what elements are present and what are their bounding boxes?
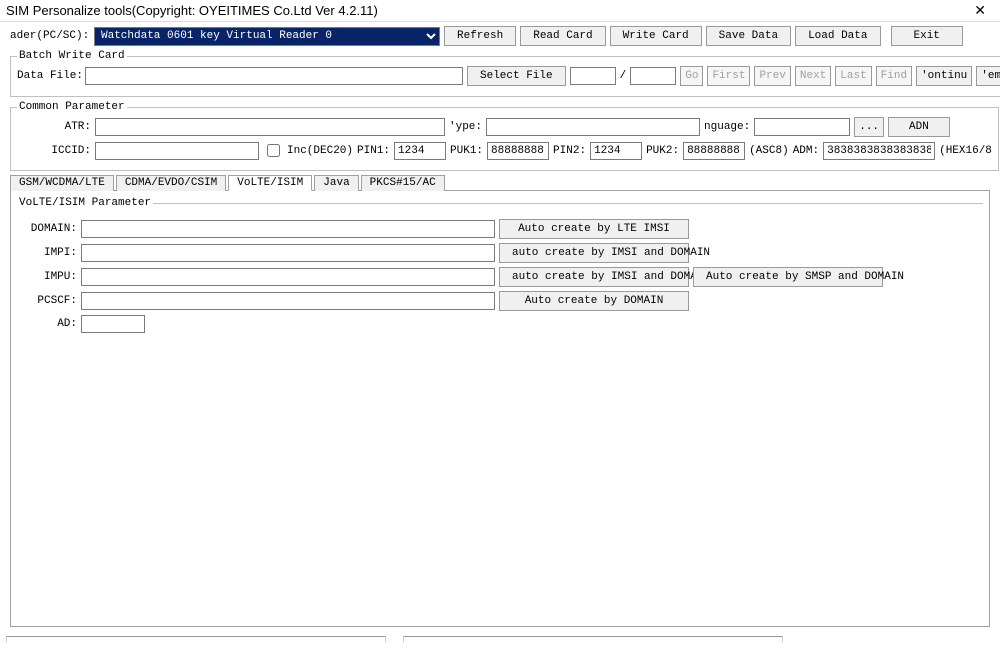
adm-input[interactable] xyxy=(823,142,935,160)
tab-pkcs[interactable]: PKCS#15/AC xyxy=(361,175,445,191)
reader-select[interactable]: Watchdata 0601 key Virtual Reader 0 xyxy=(94,27,440,46)
batch-total-input[interactable] xyxy=(630,67,676,85)
load-data-button[interactable]: Load Data xyxy=(795,26,880,46)
bottom-bar xyxy=(0,634,1000,652)
batch-slash: / xyxy=(620,70,627,82)
next-button[interactable]: Next xyxy=(795,66,831,86)
hex-label: (HEX16/8 xyxy=(939,145,992,157)
tab-cdma[interactable]: CDMA/EVDO/CSIM xyxy=(116,175,226,191)
tab-volte[interactable]: VoLTE/ISIM xyxy=(228,175,312,191)
language-browse-button[interactable]: ... xyxy=(854,117,884,137)
first-button[interactable]: First xyxy=(707,66,750,86)
last-button[interactable]: Last xyxy=(835,66,871,86)
atr-label: ATR: xyxy=(17,121,91,133)
auto-domain-button[interactable]: Auto create by LTE IMSI xyxy=(499,219,689,239)
puk2-input[interactable] xyxy=(683,142,745,160)
template-button[interactable]: 'emplat' xyxy=(976,66,1000,86)
inc-checkbox[interactable] xyxy=(267,144,280,157)
impu-input[interactable] xyxy=(81,268,495,286)
batch-legend: Batch Write Card xyxy=(17,50,127,62)
write-card-button[interactable]: Write Card xyxy=(610,26,702,46)
domain-input[interactable] xyxy=(81,220,495,238)
data-file-input[interactable] xyxy=(85,67,463,85)
reader-label: ader(PC/SC): xyxy=(10,30,90,42)
type-label: 'ype: xyxy=(449,121,482,133)
window-title: SIM Personalize tools(Copyright: OYEITIM… xyxy=(6,3,378,18)
puk2-label: PUK2: xyxy=(646,145,679,157)
auto-impu2-button[interactable]: Auto create by SMSP and DOMAIN xyxy=(693,267,883,287)
go-button[interactable]: Go xyxy=(680,66,703,86)
batch-write-group: Batch Write Card Data File: Select File … xyxy=(10,50,1000,97)
common-legend: Common Parameter xyxy=(17,101,127,113)
data-file-label: Data File: xyxy=(17,70,81,82)
pin2-input[interactable] xyxy=(590,142,642,160)
pin1-input[interactable] xyxy=(394,142,446,160)
language-label: nguage: xyxy=(704,121,750,133)
type-input xyxy=(486,118,700,136)
tab-java[interactable]: Java xyxy=(314,175,358,191)
volte-legend: VoLTE/ISIM Parameter xyxy=(17,197,153,209)
find-button[interactable]: Find xyxy=(876,66,912,86)
puk1-label: PUK1: xyxy=(450,145,483,157)
ad-label: AD: xyxy=(17,318,77,330)
impi-input[interactable] xyxy=(81,244,495,262)
batch-pos-input[interactable] xyxy=(570,67,616,85)
adm-label: ADM: xyxy=(793,145,819,157)
continue-button[interactable]: 'ontinu xyxy=(916,66,972,86)
language-input[interactable] xyxy=(754,118,850,136)
pcscf-label: PCSCF: xyxy=(17,295,77,307)
read-card-button[interactable]: Read Card xyxy=(520,26,605,46)
ad-input[interactable] xyxy=(81,315,145,333)
inc-label: Inc(DEC20) xyxy=(287,145,353,157)
asc8-label: (ASC8) xyxy=(749,145,789,157)
volte-group: VoLTE/ISIM Parameter DOMAIN: Auto create… xyxy=(17,197,983,337)
atr-input xyxy=(95,118,445,136)
impi-label: IMPI: xyxy=(17,247,77,259)
save-data-button[interactable]: Save Data xyxy=(706,26,791,46)
tab-body: VoLTE/ISIM Parameter DOMAIN: Auto create… xyxy=(10,191,990,627)
close-icon[interactable]: ✕ xyxy=(966,2,994,19)
puk1-input[interactable] xyxy=(487,142,549,160)
select-file-button[interactable]: Select File xyxy=(467,66,566,86)
impu-label: IMPU: xyxy=(17,271,77,283)
refresh-button[interactable]: Refresh xyxy=(444,26,516,46)
common-parameter-group: Common Parameter ATR: 'ype: nguage: ... … xyxy=(10,101,999,171)
prev-button[interactable]: Prev xyxy=(754,66,790,86)
pin2-label: PIN2: xyxy=(553,145,586,157)
domain-label: DOMAIN: xyxy=(17,223,77,235)
auto-impu1-button[interactable]: auto create by IMSI and DOMAI xyxy=(499,267,689,287)
tab-strip: GSM/WCDMA/LTE CDMA/EVDO/CSIM VoLTE/ISIM … xyxy=(10,175,990,191)
auto-pcscf-button[interactable]: Auto create by DOMAIN xyxy=(499,291,689,311)
exit-button[interactable]: Exit xyxy=(891,26,963,46)
tab-gsm[interactable]: GSM/WCDMA/LTE xyxy=(10,175,114,191)
auto-impi-button[interactable]: auto create by IMSI and DOMAIN xyxy=(499,243,689,263)
iccid-input[interactable] xyxy=(95,142,259,160)
iccid-label: ICCID: xyxy=(17,145,91,157)
adn-button[interactable]: ADN xyxy=(888,117,950,137)
pcscf-input[interactable] xyxy=(81,292,495,310)
pin1-label: PIN1: xyxy=(357,145,390,157)
